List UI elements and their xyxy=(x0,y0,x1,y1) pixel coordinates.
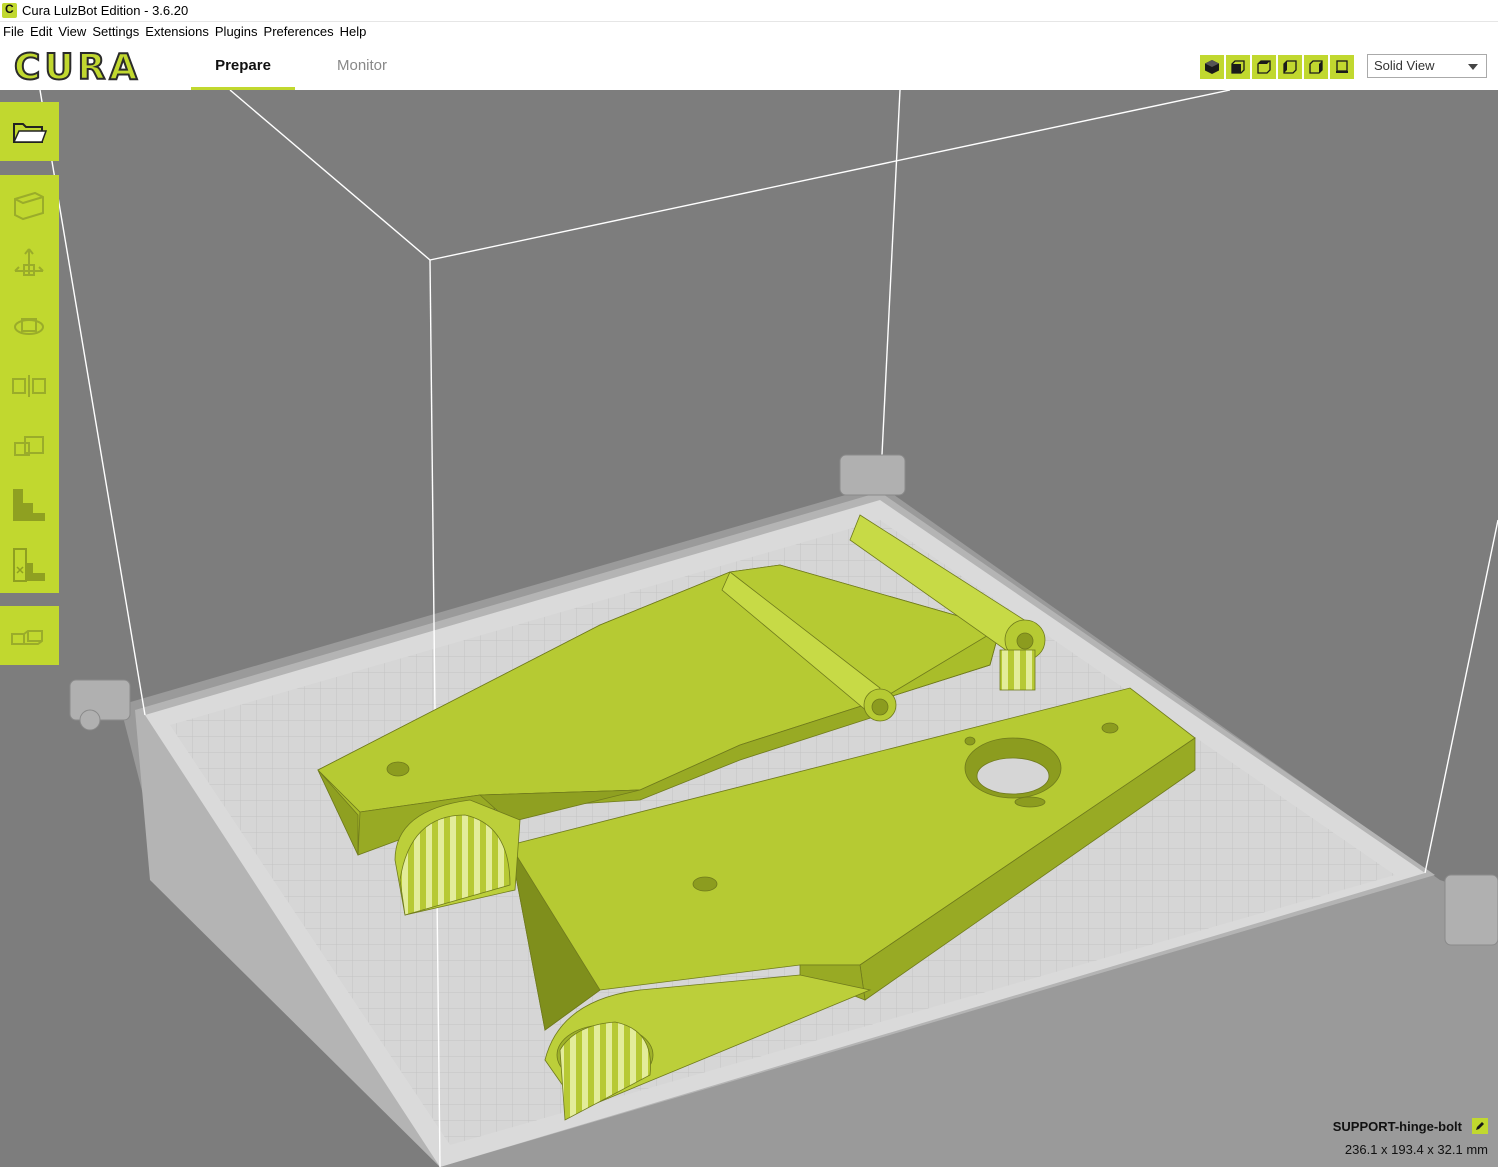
view-mode-value: Solid View xyxy=(1374,58,1435,73)
bed-clip-back xyxy=(839,454,906,496)
scale-icon xyxy=(14,436,44,456)
x-ray-view-button[interactable] xyxy=(1330,55,1354,79)
duplicate-button[interactable] xyxy=(4,611,54,661)
chevron-down-icon xyxy=(1468,64,1478,70)
object-info-panel: SUPPORT-hinge-bolt 236.1 x 193.4 x 32.1 … xyxy=(1333,1118,1488,1157)
menu-settings[interactable]: Settings xyxy=(90,22,141,39)
toolbar-duplicate-group xyxy=(0,606,59,665)
move-button[interactable] xyxy=(4,240,54,290)
3d-view-icon xyxy=(1205,60,1219,74)
app-header: CURA Prepare Monitor Solid View xyxy=(0,42,1498,90)
3d-view-button[interactable] xyxy=(1200,55,1224,79)
top-view-icon xyxy=(1257,60,1271,74)
duplicate-icon xyxy=(11,630,43,645)
pencil-icon xyxy=(1476,1122,1484,1130)
front-view-icon xyxy=(1231,60,1245,74)
title-bar: Cura LulzBot Edition - 3.6.20 xyxy=(0,0,1498,22)
cura-app-icon xyxy=(2,2,17,18)
x-ray-view-icon xyxy=(1336,60,1348,73)
custom-support-button[interactable] xyxy=(4,540,54,590)
cura-logo: CURA xyxy=(13,47,142,88)
open-file-icon xyxy=(12,123,48,143)
3d-viewport[interactable]: SUPPORT-hinge-bolt 236.1 x 193.4 x 32.1 … xyxy=(0,90,1498,1167)
menu-file[interactable]: File xyxy=(1,22,26,39)
menu-plugins[interactable]: Plugins xyxy=(213,22,260,39)
top-view-button[interactable] xyxy=(1252,55,1276,79)
object-dimensions: 236.1 x 193.4 x 32.1 mm xyxy=(1344,1142,1488,1157)
toolbar-transform-group xyxy=(0,175,59,593)
custom-support-icon xyxy=(13,548,45,582)
object-name: SUPPORT-hinge-bolt xyxy=(1332,1118,1462,1134)
rotate-button[interactable] xyxy=(4,300,54,350)
right-view-icon xyxy=(1309,60,1323,74)
mirror-button[interactable] xyxy=(4,360,54,410)
bed-clip-right xyxy=(1444,874,1498,946)
menu-bar: File Edit View Settings Extensions Plugins Pre… xyxy=(0,22,1498,42)
rename-object-button[interactable] xyxy=(1472,1118,1488,1134)
rotate-icon xyxy=(14,318,44,335)
menu-view[interactable]: View xyxy=(56,22,88,39)
window-title: Cura LulzBot Edition - 3.6.20 xyxy=(22,3,189,18)
menu-preferences[interactable]: Preferences xyxy=(262,22,336,39)
mirror-icon xyxy=(12,375,46,397)
per-model-settings-button[interactable] xyxy=(4,180,54,230)
support-blocker-button[interactable] xyxy=(4,480,54,530)
tab-prepare[interactable]: Prepare xyxy=(191,42,295,90)
per-model-settings-icon xyxy=(14,191,44,221)
scale-button[interactable] xyxy=(4,420,54,470)
camera-view-buttons xyxy=(1200,55,1354,79)
support-blocker-icon xyxy=(13,489,45,521)
build-volume-scene xyxy=(0,90,1498,1167)
move-icon xyxy=(14,248,44,276)
left-view-icon xyxy=(1283,60,1297,74)
front-view-button[interactable] xyxy=(1226,55,1250,79)
tab-monitor[interactable]: Monitor xyxy=(314,42,410,90)
left-view-button[interactable] xyxy=(1278,55,1302,79)
view-mode-dropdown[interactable]: Solid View xyxy=(1367,54,1487,78)
right-view-button[interactable] xyxy=(1304,55,1328,79)
open-file-button[interactable] xyxy=(4,107,54,157)
menu-extensions[interactable]: Extensions xyxy=(143,22,211,39)
menu-help[interactable]: Help xyxy=(338,22,369,39)
menu-edit[interactable]: Edit xyxy=(28,22,54,39)
toolbar-open-group xyxy=(0,102,59,161)
